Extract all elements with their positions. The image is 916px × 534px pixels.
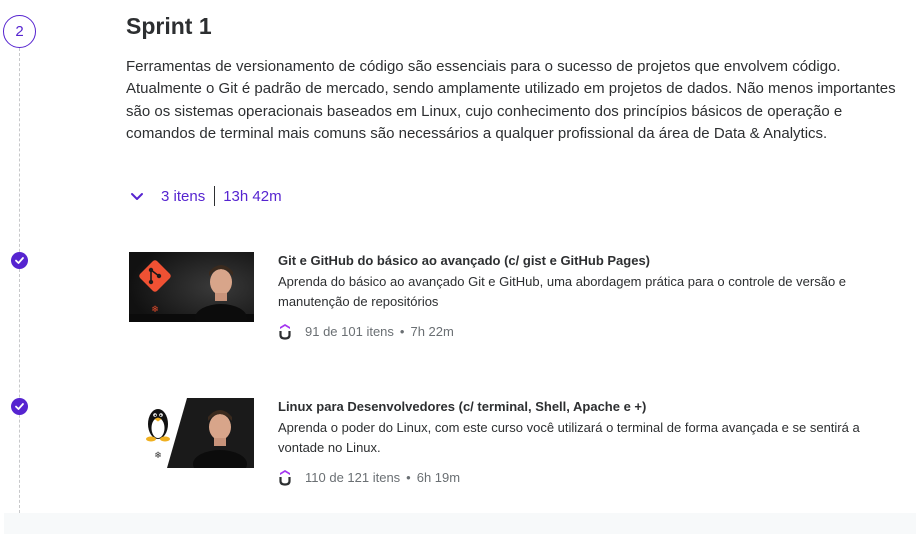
udemy-icon — [278, 468, 294, 486]
next-section-bar — [4, 513, 916, 534]
chevron-down-icon[interactable] — [126, 185, 148, 207]
sprint-duration: 13h 42m — [223, 187, 282, 205]
step-number-badge: 2 — [3, 15, 36, 48]
course-thumbnail[interactable]: ❄ — [129, 398, 254, 468]
check-circle-icon — [11, 252, 28, 269]
course-title[interactable]: Git e GitHub do básico ao avançado (c/ g… — [278, 253, 878, 269]
course-duration: 7h 22m — [410, 323, 454, 339]
udemy-icon — [278, 322, 294, 340]
step-number: 2 — [15, 23, 24, 40]
svg-text:❄: ❄ — [154, 451, 162, 461]
svg-text:❄: ❄ — [151, 305, 159, 315]
separator-dot: • — [399, 323, 405, 339]
course-thumbnail[interactable]: ❄ — [129, 252, 254, 322]
divider — [214, 186, 216, 206]
course-progress: 91 de 101 itens — [305, 323, 394, 339]
course-description: Aprenda o poder do Linux, com este curso… — [278, 420, 860, 455]
sprint-expand-toggle[interactable]: 3 itens 13h 42m — [126, 185, 282, 207]
timeline-line — [19, 48, 20, 518]
course-duration: 6h 19m — [416, 469, 461, 485]
course-description: Aprenda do básico ao avançado Git e GitH… — [278, 274, 847, 309]
check-circle-icon — [11, 398, 28, 415]
sprint-items-count: 3 itens — [161, 187, 206, 205]
separator-dot: • — [406, 469, 411, 485]
sprint-title: Sprint 1 — [126, 13, 212, 39]
course-title[interactable]: Linux para Desenvolvedores (c/ terminal,… — [278, 399, 878, 415]
sprint-description: Ferramentas de versionamento de código s… — [126, 58, 896, 142]
course-progress: 110 de 121 itens — [305, 469, 401, 485]
